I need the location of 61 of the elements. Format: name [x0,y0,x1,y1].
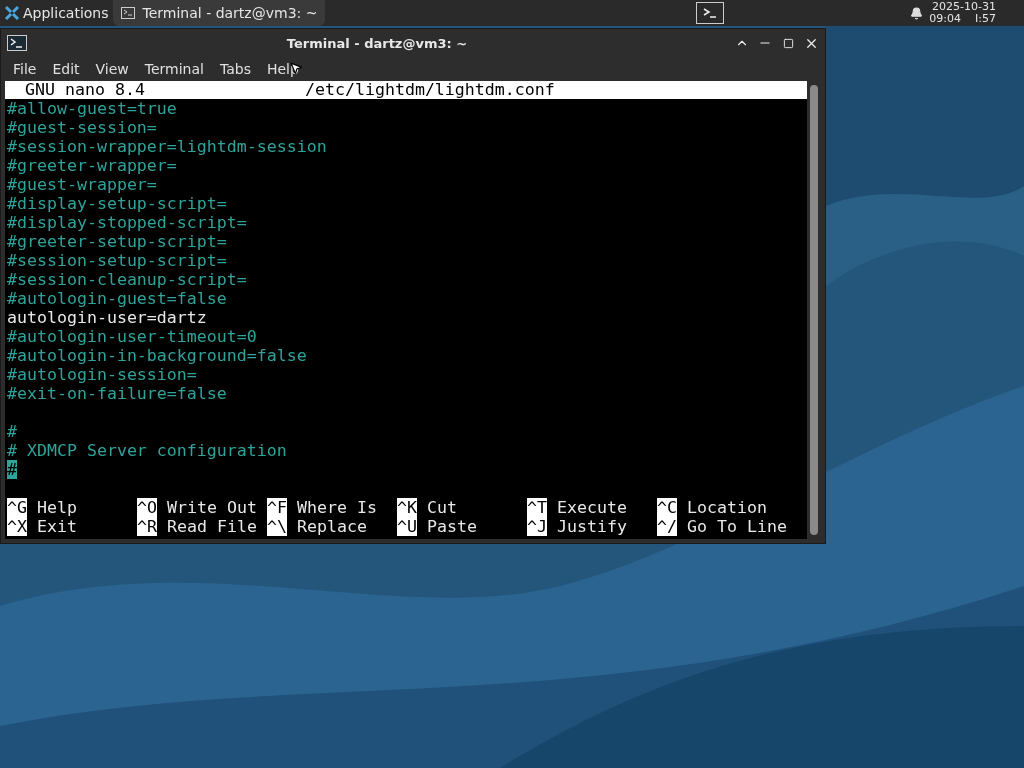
maximize-icon [782,37,794,49]
code-line: #guest-wrapper= [7,175,157,194]
clock-text: I:57 [975,13,996,25]
notification-icon [910,6,924,20]
code-line: #session-wrapper=lightdm-session [7,137,327,156]
code-line: #display-stopped-script= [7,213,247,232]
code-line: # XDMCP Server configuration [7,441,287,460]
code-line: #autologin-user-timeout=0 [7,327,257,346]
shortcut-key: ^F [267,498,287,517]
code-line: #autologin-guest=false [7,289,227,308]
shortcut-key: ^X [7,517,27,536]
file-path: /etc/lightdm/lightdm.conf [305,81,555,99]
shortcut-label: Help [37,498,77,517]
logo-icon [4,5,20,21]
window-title: Terminal - dartz@vm3: ~ [285,35,469,51]
menu-item[interactable]: View [87,61,137,77]
shortcut-key: ^K [397,498,417,517]
editor-version: GNU nano 8.4 [25,81,146,99]
shortcut-label: Where Is [297,498,377,517]
shortcut-key: ^\ [267,517,287,536]
code-line: #display-setup-script= [7,194,227,213]
shortcut-label: Replace [297,517,367,536]
shortcut-label: Execute [557,498,627,517]
code-line: #autologin-session= [7,365,197,384]
terminal-icon [120,7,135,19]
code-line: autologin-user=dartz [7,308,207,327]
code-line: #guest-session= [7,118,157,137]
shortcut-key: ^T [527,498,547,517]
shortcut-label: Location [687,498,767,517]
shortcut-label: Justify [557,517,627,536]
code-line: #session-setup-script= [7,251,227,270]
shortcut-label: Paste [427,517,477,536]
code-line: # [7,422,17,441]
shortcut-key: ^U [397,517,417,536]
shortcut-label: Go To Line [687,517,787,536]
terminal-icon [7,35,27,51]
code-line: #greeter-wrapper= [7,156,177,175]
menu-item[interactable]: File [5,61,45,77]
shortcut-key: ^J [527,517,547,536]
taskbar-task[interactable]: Terminal - dartz@vm3: ~ [112,0,326,26]
shortcut-key: ^C [657,498,677,517]
clock-date: 2025-10-31 [932,1,996,13]
applications-menu[interactable]: Applications [0,0,113,26]
code-line: #greeter-setup-script= [7,232,227,251]
clock-time: 09:04 [929,13,962,25]
shortcut-key: ^O [137,498,157,517]
code-line: #session-cleanup-script= [7,270,247,289]
code-line: #autologin-in-background=false [7,346,307,365]
terminal-launcher-icon[interactable] [696,2,725,24]
shortcut-label: Write Out [167,498,257,517]
shortcut-label: Cut [427,498,457,517]
code-line: #exit-on-failure=false [7,384,227,403]
menu-item[interactable]: Tabs [211,61,259,77]
shortcut-label: Exit [37,517,77,536]
shortcut-key: ^G [7,498,27,517]
shortcut-key: ^R [137,517,157,536]
menu-item[interactable]: Edit [44,61,88,77]
menu-item[interactable]: Terminal [136,61,212,77]
code-line: #allow-guest=true [7,99,177,118]
shortcut-label: Read File [167,517,257,536]
shortcut-key: ^/ [657,517,677,536]
